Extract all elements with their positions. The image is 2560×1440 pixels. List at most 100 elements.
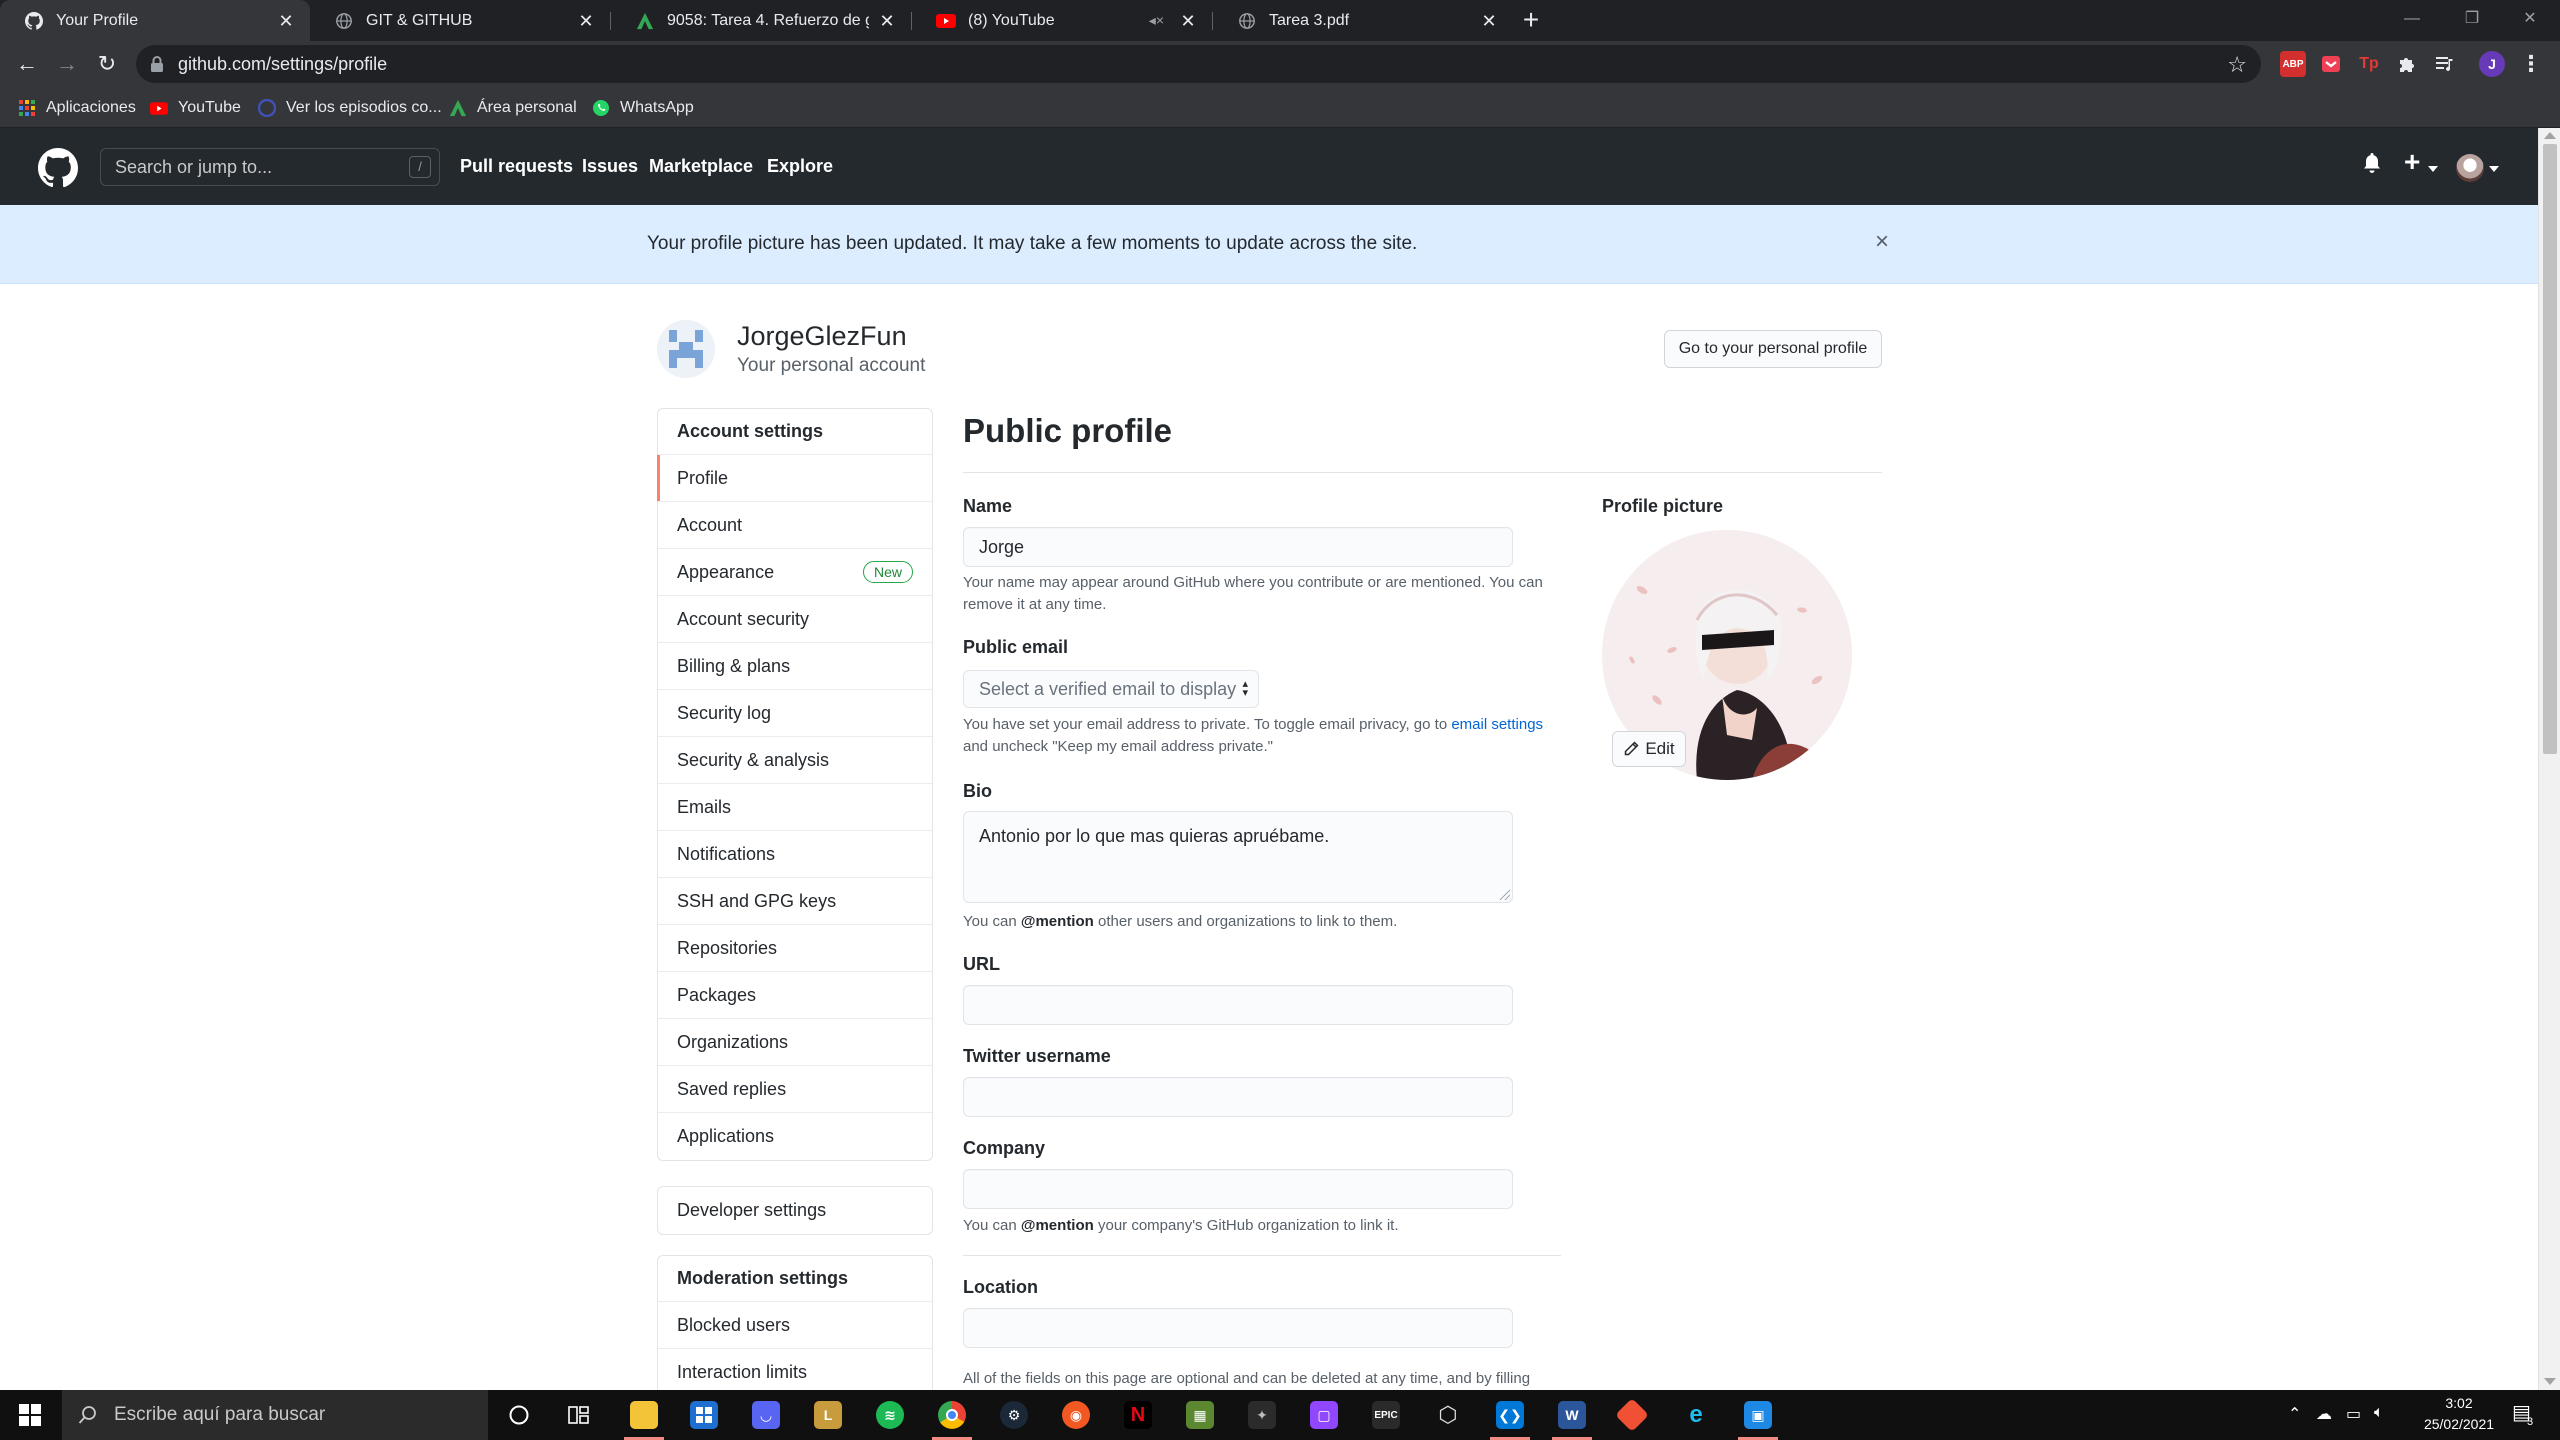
taskbar-clock[interactable]: 3:02 25/02/2021 <box>2404 1393 2514 1435</box>
sidebar-item-interaction-limits[interactable]: Interaction limits <box>658 1349 932 1390</box>
close-tab-icon[interactable]: ✕ <box>576 11 596 31</box>
minecraft-icon[interactable]: ▦ <box>1186 1401 1214 1429</box>
bio-textarea[interactable]: Antonio por lo que mas quieras apruébame… <box>963 811 1513 903</box>
tp-extension-icon[interactable]: Tp <box>2356 51 2382 77</box>
github-search-input[interactable]: Search or jump to... / <box>100 148 440 186</box>
vscode-icon[interactable]: ❮❯ <box>1496 1401 1524 1429</box>
page-scrollbar[interactable] <box>2538 128 2560 1390</box>
notifications-bell-icon[interactable] <box>2362 152 2382 180</box>
sidebar-item-repositories[interactable]: Repositories <box>658 925 932 972</box>
browser-profile-avatar[interactable]: J <box>2479 51 2505 77</box>
task-view-icon[interactable] <box>565 1401 593 1429</box>
forward-button[interactable]: → <box>50 47 84 81</box>
bookmark-youtube[interactable]: YouTube <box>150 96 241 120</box>
nav-marketplace[interactable]: Marketplace <box>649 156 753 177</box>
url-field[interactable] <box>963 985 1513 1025</box>
game-launcher-icon[interactable]: ✦ <box>1248 1401 1276 1429</box>
speaker-muted-icon[interactable]: ◂× <box>1149 12 1164 29</box>
show-hidden-icons-chevron-icon[interactable]: ⌃ <box>2288 1404 2301 1424</box>
resize-handle-icon[interactable] <box>1500 890 1510 900</box>
close-tab-icon[interactable]: ✕ <box>877 11 897 31</box>
email-settings-link[interactable]: email settings <box>1451 716 1543 733</box>
bookmark-whatsapp[interactable]: WhatsApp <box>592 96 694 120</box>
sidebar-item-saved-replies[interactable]: Saved replies <box>658 1066 932 1113</box>
nav-explore[interactable]: Explore <box>767 156 833 177</box>
tab-youtube[interactable]: (8) YouTube ◂× ✕ <box>912 0 1212 41</box>
git-icon[interactable] <box>1615 1398 1649 1432</box>
bookmark-area-personal[interactable]: Área personal <box>449 96 577 120</box>
adblock-extension-icon[interactable]: ABP <box>2280 51 2306 77</box>
origin-icon[interactable]: ◉ <box>1062 1401 1090 1429</box>
close-flash-icon[interactable]: × <box>1872 227 1892 257</box>
twitter-username-field[interactable] <box>963 1077 1513 1117</box>
sidebar-item-billing-plans[interactable]: Billing & plans <box>658 643 932 690</box>
sidebar-item-organizations[interactable]: Organizations <box>658 1019 932 1066</box>
windows-start-icon[interactable] <box>16 1401 44 1429</box>
app-window-icon[interactable]: ▣ <box>1744 1401 1772 1429</box>
bookmark-episodios[interactable]: Ver los episodios co... <box>258 96 442 120</box>
volume-icon[interactable]: 🔈︎ <box>2374 1404 2384 1422</box>
epic-games-icon[interactable]: EPIC <box>1372 1401 1400 1429</box>
sidebar-item-applications[interactable]: Applications <box>658 1113 932 1160</box>
internet-explorer-icon[interactable]: e <box>1682 1401 1710 1429</box>
close-window-button[interactable]: ✕ <box>2500 0 2560 41</box>
edit-profile-picture-button[interactable]: Edit <box>1612 731 1686 767</box>
go-to-personal-profile-button[interactable]: Go to your personal profile <box>1664 330 1882 368</box>
company-field[interactable] <box>963 1169 1513 1209</box>
restore-window-button[interactable]: ❐ <box>2442 0 2502 41</box>
minimize-window-button[interactable]: — <box>2382 0 2442 41</box>
bookmark-star-icon[interactable]: ☆ <box>2227 52 2247 78</box>
chrome-icon[interactable] <box>938 1401 966 1429</box>
microsoft-store-icon[interactable] <box>690 1401 718 1429</box>
account-username[interactable]: JorgeGlezFun <box>737 321 907 352</box>
file-explorer-icon[interactable] <box>630 1401 658 1429</box>
sidebar-item-developer-settings[interactable]: Developer settings <box>658 1187 932 1234</box>
close-tab-icon[interactable]: ✕ <box>1178 11 1198 31</box>
tab-tarea-3-pdf[interactable]: Tarea 3.pdf ✕ <box>1213 0 1513 41</box>
sidebar-item-notifications[interactable]: Notifications <box>658 831 932 878</box>
address-bar[interactable]: github.com/settings/profile ☆ <box>136 45 2261 83</box>
user-avatar-menu[interactable] <box>2456 154 2484 182</box>
tab-tarea-4[interactable]: 9058: Tarea 4. Refuerzo de github ✕ <box>611 0 911 41</box>
sidebar-item-account-security[interactable]: Account security <box>658 596 932 643</box>
close-tab-icon[interactable]: ✕ <box>1479 11 1499 31</box>
league-launcher-icon[interactable]: L <box>814 1401 842 1429</box>
new-tab-button[interactable]: + <box>1516 6 1546 36</box>
sidebar-item-profile[interactable]: Profile <box>657 455 932 502</box>
location-field[interactable] <box>963 1308 1513 1348</box>
sidebar-item-packages[interactable]: Packages <box>658 972 932 1019</box>
scrollbar-thumb[interactable] <box>2543 144 2557 754</box>
sidebar-item-account[interactable]: Account <box>658 502 932 549</box>
reload-button[interactable]: ↻ <box>90 47 124 81</box>
sidebar-item-security-analysis[interactable]: Security & analysis <box>658 737 932 784</box>
puzzle-extensions-icon[interactable] <box>2394 51 2420 77</box>
nav-issues[interactable]: Issues <box>582 156 638 177</box>
word-icon[interactable]: W <box>1558 1401 1586 1429</box>
scroll-down-arrow-icon[interactable] <box>2544 1378 2556 1385</box>
pocket-extension-icon[interactable] <box>2318 51 2344 77</box>
bookmark-aplicaciones[interactable]: Aplicaciones <box>18 96 136 120</box>
name-field[interactable]: Jorge <box>963 527 1513 567</box>
discord-icon[interactable]: ◡ <box>752 1401 780 1429</box>
twitch-icon[interactable]: ▢ <box>1310 1401 1338 1429</box>
netflix-icon[interactable]: N <box>1124 1401 1152 1429</box>
scroll-up-arrow-icon[interactable] <box>2544 132 2556 139</box>
sidebar-item-ssh-gpg-keys[interactable]: SSH and GPG keys <box>658 878 932 925</box>
tab-your-profile[interactable]: Your Profile ✕ <box>0 0 310 41</box>
onedrive-cloud-icon[interactable]: ☁ <box>2316 1404 2332 1424</box>
tab-git-github[interactable]: GIT & GITHUB ✕ <box>310 0 610 41</box>
network-icon[interactable]: ▭ <box>2346 1404 2361 1424</box>
browser-menu-icon[interactable]: ⋮ <box>2518 51 2544 77</box>
cortana-icon[interactable] <box>505 1401 533 1429</box>
spotify-icon[interactable]: ≋ <box>876 1401 904 1429</box>
close-tab-icon[interactable]: ✕ <box>276 11 296 31</box>
github-logo-icon[interactable] <box>38 148 79 188</box>
steam-icon[interactable]: ⚙ <box>1000 1401 1028 1429</box>
public-email-select[interactable]: Select a verified email to display ▴ ▾ <box>963 670 1259 708</box>
taskbar-search-box[interactable]: Escribe aquí para buscar <box>62 1390 488 1440</box>
media-queue-icon[interactable] <box>2432 51 2458 77</box>
sidebar-item-security-log[interactable]: Security log <box>658 690 932 737</box>
back-button[interactable]: ← <box>10 47 44 81</box>
sidebar-item-emails[interactable]: Emails <box>658 784 932 831</box>
nav-pull-requests[interactable]: Pull requests <box>460 156 573 177</box>
